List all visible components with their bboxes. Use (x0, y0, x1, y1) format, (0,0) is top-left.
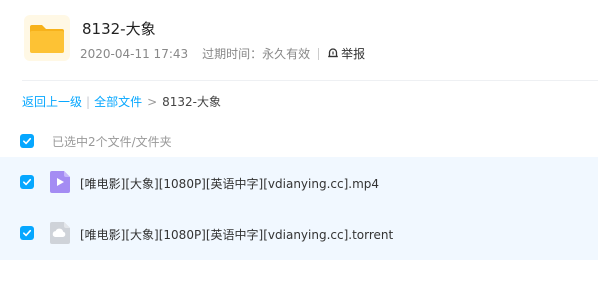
report-button[interactable]: 举报 (327, 45, 365, 62)
alarm-icon (327, 46, 341, 61)
meta-divider (318, 47, 320, 60)
file-row[interactable]: [唯电影][大象][1080P][英语中字][vdianying.cc].tor… (0, 208, 598, 259)
selection-summary: 已选中2个文件/文件夹 (52, 135, 172, 149)
file-row[interactable]: [唯电影][大象][1080P][英语中字][vdianying.cc].mp4 (0, 157, 598, 208)
file-checkbox[interactable] (20, 226, 34, 240)
check-icon (23, 137, 32, 145)
share-date: 2020-04-11 17:43 (80, 46, 189, 61)
file-name[interactable]: [唯电影][大象][1080P][英语中字][vdianying.cc].tor… (80, 226, 393, 243)
report-label: 举报 (341, 47, 366, 61)
breadcrumb-separator: | (86, 94, 91, 109)
breadcrumb-arrow: > (147, 94, 158, 109)
check-icon (23, 229, 32, 237)
file-list: [唯电影][大象][1080P][英语中字][vdianying.cc].mp4… (0, 157, 598, 260)
expire-label: 过期时间： (202, 47, 263, 61)
select-all-row: 已选中2个文件/文件夹 (0, 128, 598, 154)
file-name[interactable]: [唯电影][大象][1080P][英语中字][vdianying.cc].mp4 (80, 175, 379, 192)
folder-icon (24, 15, 70, 61)
select-all-checkbox[interactable] (20, 134, 34, 148)
video-file-icon (50, 171, 70, 193)
breadcrumb-current: 8132-大象 (162, 95, 222, 109)
share-header: 8132-大象 2020-04-11 17:43 过期时间： 永久有效 举报 (0, 0, 598, 80)
share-meta: 2020-04-11 17:43 过期时间： 永久有效 举报 (80, 45, 365, 62)
torrent-file-icon (50, 222, 70, 244)
check-icon (23, 178, 32, 186)
share-title: 8132-大象 (82, 20, 156, 38)
header-divider (22, 80, 598, 81)
file-checkbox[interactable] (20, 175, 34, 189)
expire-value: 永久有效 (262, 47, 311, 61)
all-files-link[interactable]: 全部文件 (94, 93, 142, 110)
back-link[interactable]: 返回上一级 (22, 93, 82, 110)
breadcrumb: 返回上一级 | 全部文件 > 8132-大象 (22, 93, 221, 110)
